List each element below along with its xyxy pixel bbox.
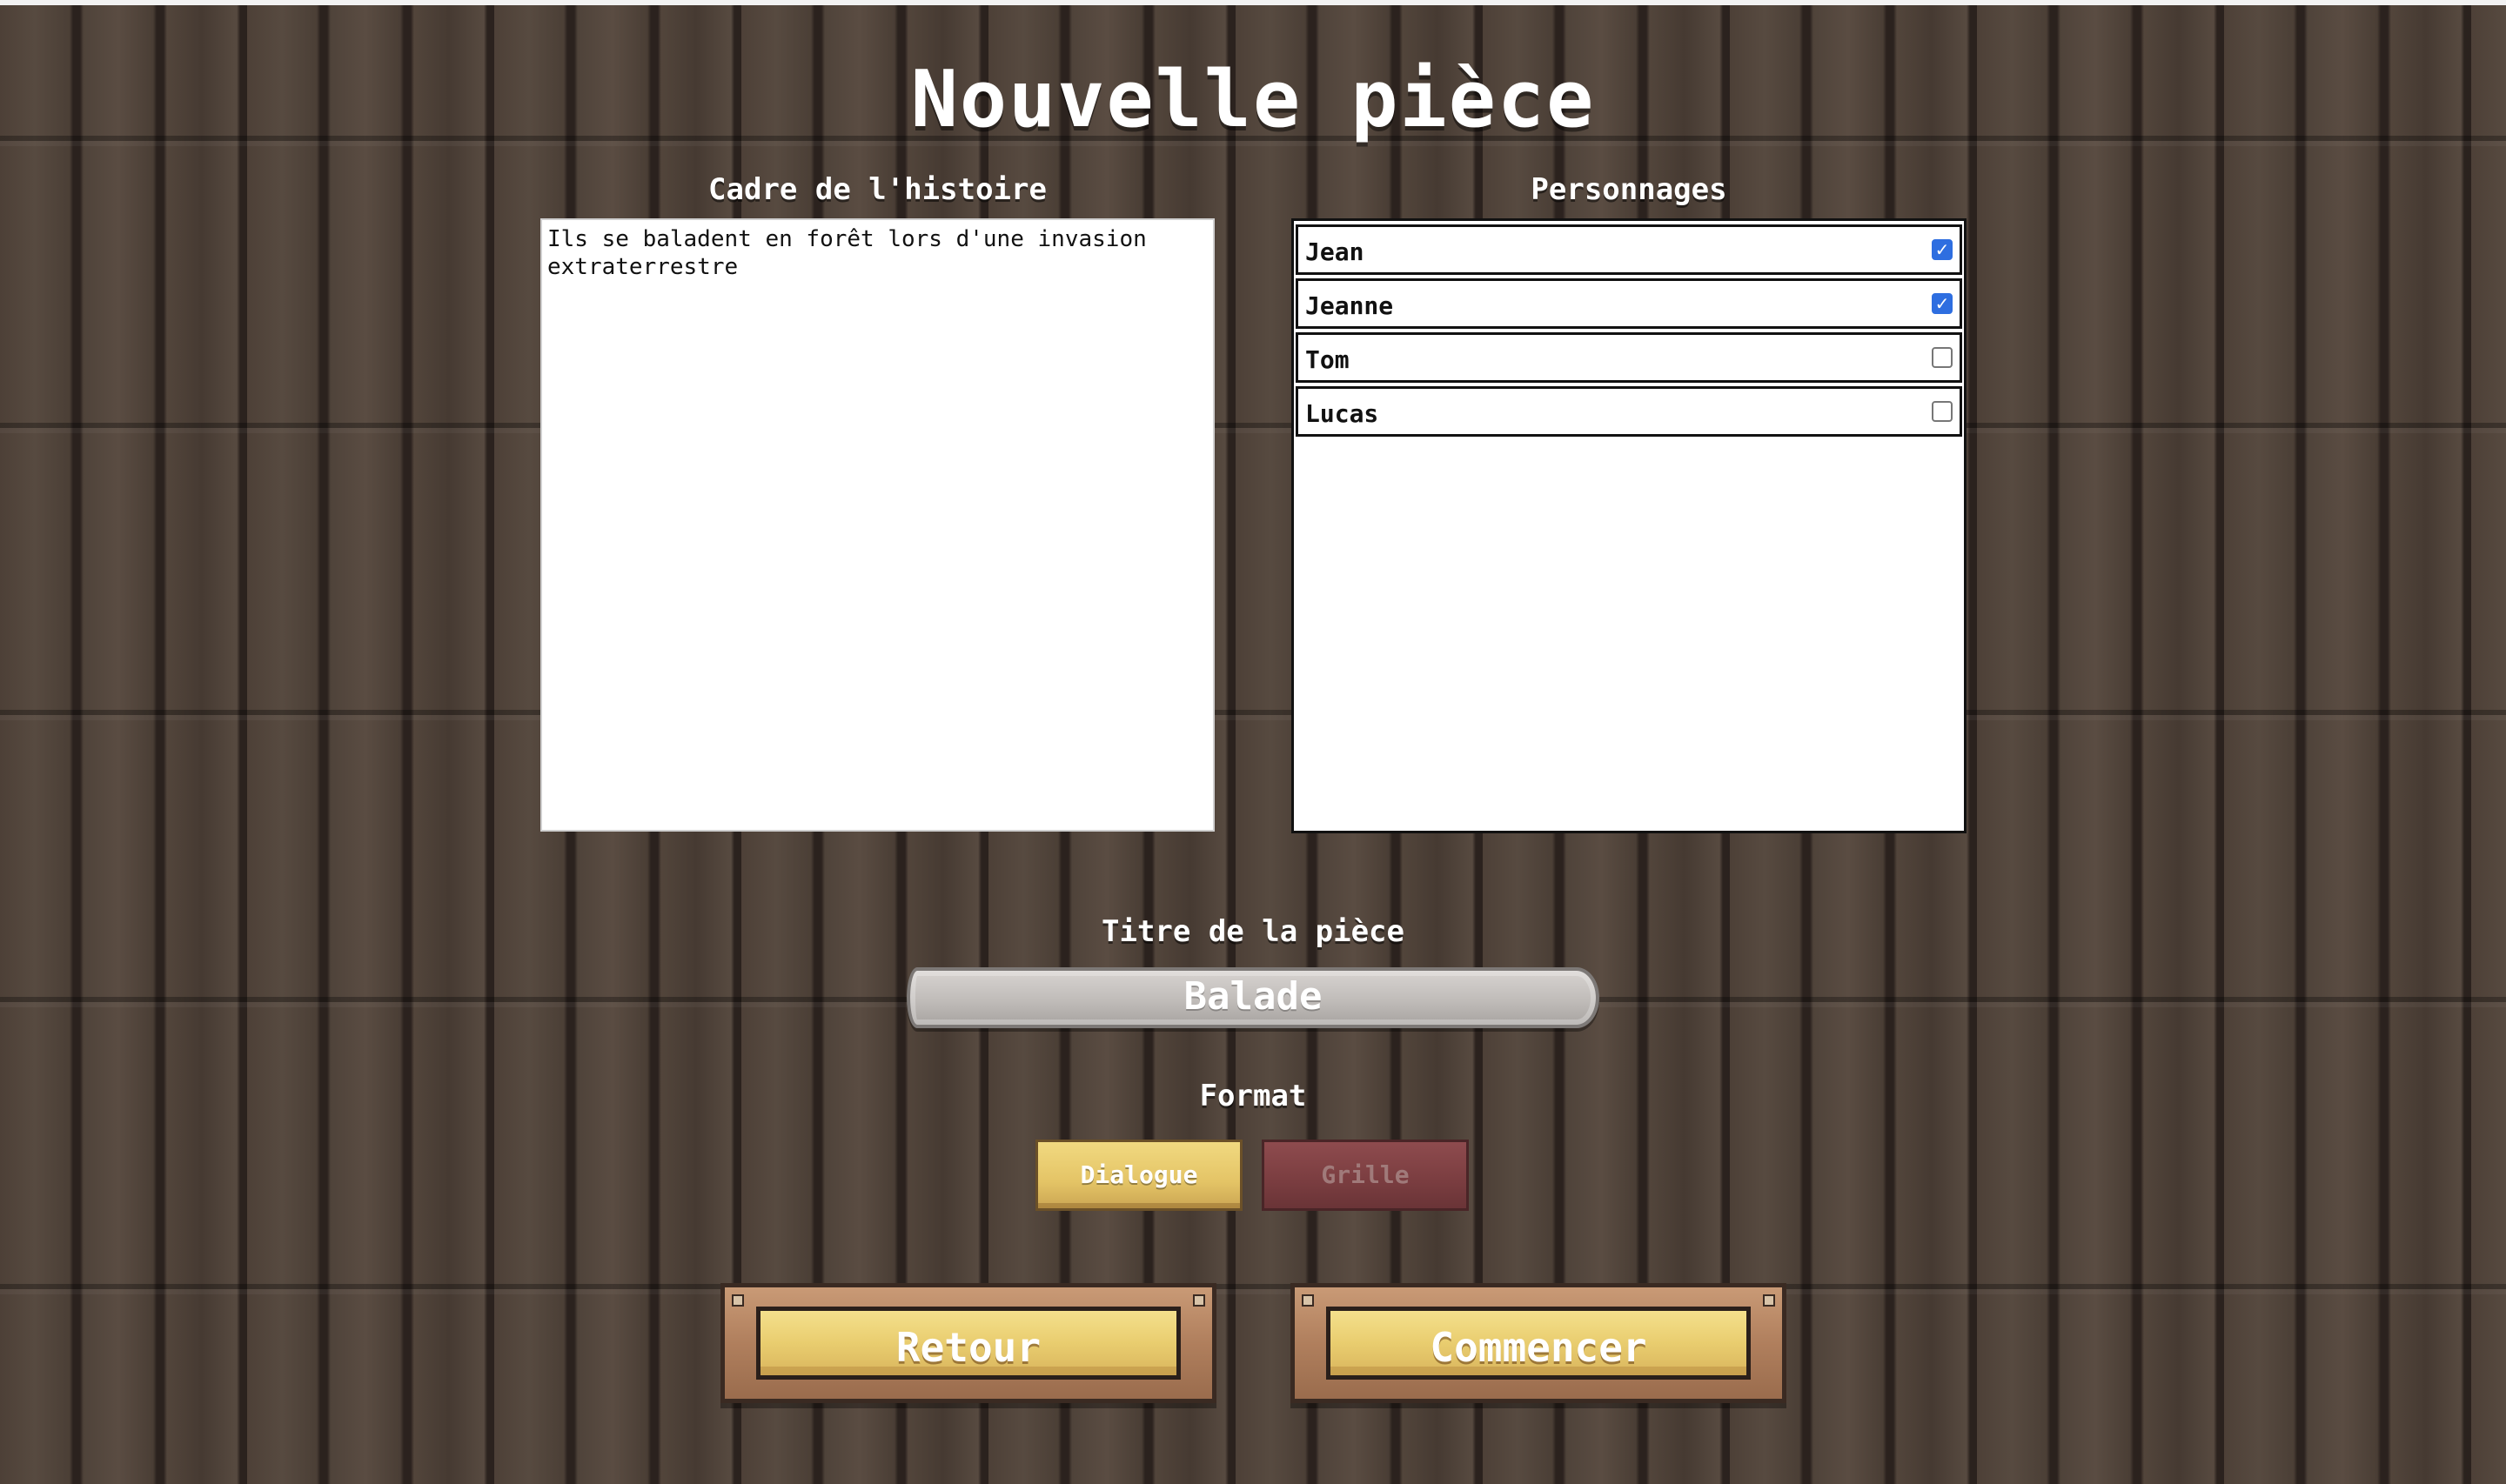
format-label: Format <box>1199 1079 1307 1113</box>
bolt-icon <box>1193 1294 1205 1307</box>
format-grille-button[interactable]: Grille <box>1262 1140 1469 1211</box>
character-row-lucas[interactable]: Lucas <box>1296 386 1962 437</box>
back-button[interactable]: Retour <box>720 1283 1216 1403</box>
character-name: Lucas <box>1305 399 1379 428</box>
characters-label: Personnages <box>1531 172 1727 207</box>
character-row-jeanne[interactable]: Jeanne ✓ <box>1296 278 1962 329</box>
page-title: Nouvelle pièce <box>910 54 1596 145</box>
story-label: Cadre de l'histoire <box>708 172 1047 207</box>
start-button[interactable]: Commencer <box>1290 1283 1786 1403</box>
character-checkbox[interactable]: ✓ <box>1932 239 1953 260</box>
bolt-icon <box>1763 1294 1775 1307</box>
start-button-label: Commencer <box>1430 1324 1647 1371</box>
character-name: Jeanne <box>1305 291 1394 320</box>
character-name: Jean <box>1305 237 1364 266</box>
character-row-tom[interactable]: Tom <box>1296 332 1962 383</box>
back-button-face: Retour <box>756 1307 1181 1380</box>
format-dialogue-button[interactable]: Dialogue <box>1035 1140 1243 1211</box>
start-button-face: Commencer <box>1326 1307 1751 1380</box>
character-row-jean[interactable]: Jean ✓ <box>1296 224 1962 275</box>
character-name: Tom <box>1305 345 1350 374</box>
back-button-label: Retour <box>895 1324 1042 1371</box>
bolt-icon <box>732 1294 744 1307</box>
character-checkbox[interactable] <box>1932 401 1953 422</box>
play-title-field[interactable]: Balade <box>907 967 1599 1028</box>
story-textarea[interactable] <box>540 218 1215 832</box>
play-title-label: Titre de la pièce <box>1102 914 1404 949</box>
wood-background <box>0 5 2506 1484</box>
play-title-value: Balade <box>1183 974 1323 1019</box>
bolt-icon <box>1302 1294 1314 1307</box>
character-checkbox[interactable]: ✓ <box>1932 293 1953 314</box>
characters-list: Jean ✓ Jeanne ✓ Tom Lucas <box>1291 218 1967 833</box>
character-checkbox[interactable] <box>1932 347 1953 368</box>
